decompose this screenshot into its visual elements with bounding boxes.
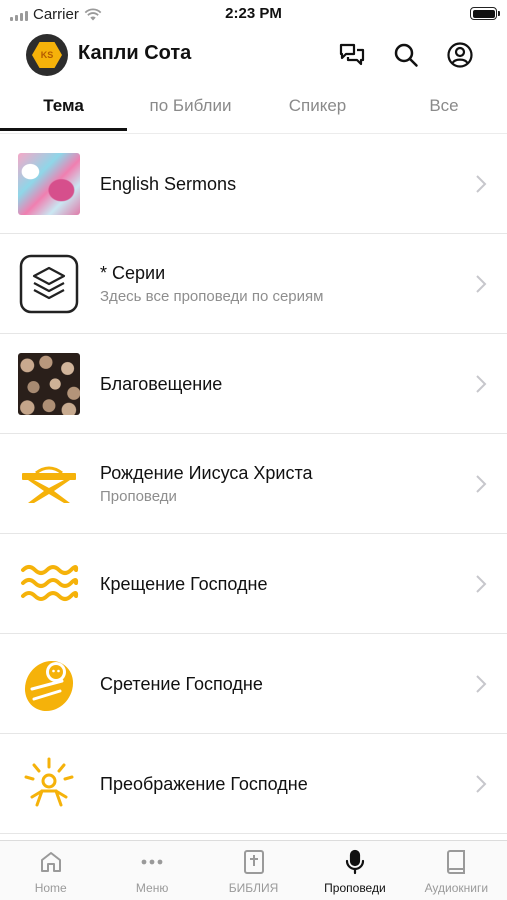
list-item-title: English Sermons [100,173,237,194]
tab-all[interactable]: Все [381,88,507,132]
chevron-right-icon [476,675,487,693]
list-item[interactable]: Сретение Господне [0,634,507,734]
list-item[interactable]: Преображение Господне [0,734,507,834]
list-item-title: Рождение Иисуса Христа [100,463,313,483]
list-item-title: Благовещение [100,373,223,394]
nav-label: Home [34,881,67,895]
nav-menu[interactable]: Меню [101,841,202,900]
status-time: 2:23 PM [225,5,282,22]
status-bar: Carrier 2:23 PM [0,0,507,30]
microphone-icon [342,849,368,875]
list-item[interactable]: English Sermons [0,134,507,234]
nav-label: Проповеди [324,881,386,895]
chevron-right-icon [476,175,487,193]
chevron-right-icon [476,575,487,593]
baby-icon [18,653,80,715]
chevron-right-icon [476,475,487,493]
app-title: Капли Сота [78,42,192,64]
profile-icon [447,42,473,68]
more-dots-icon [139,849,165,875]
radiant-figure-icon [18,753,80,815]
nav-audiobooks[interactable]: Аудиокниги [406,841,507,900]
tab-by-bible[interactable]: по Библии [127,88,254,132]
chevron-right-icon [476,275,487,293]
nav-home[interactable]: Home [0,841,101,900]
nav-label: Аудиокниги [424,881,489,895]
app-logo[interactable]: KS [26,34,68,76]
waves-icon [18,553,80,615]
chat-button[interactable] [336,39,368,71]
marble-thumbnail [18,153,80,215]
nav-sermons[interactable]: Проповеди [304,841,405,900]
category-tabs: Тема по Библии Спикер Все [0,88,507,132]
app-header: KS Капли Сота [0,30,507,80]
list-item-title: Сретение Господне [100,673,263,694]
manger-icon [18,453,80,515]
tab-topic[interactable]: Тема [0,88,127,132]
nav-bible[interactable]: БИБЛИЯ [203,841,304,900]
list-item-title: Крещение Господне [100,573,268,594]
chevron-right-icon [476,375,487,393]
home-icon [38,849,64,875]
nav-label: БИБЛИЯ [228,881,279,895]
nav-label: Меню [135,881,169,895]
bible-icon [241,849,267,875]
battery-icon [470,7,500,20]
search-button[interactable] [390,39,422,71]
list-item-subtitle: Проповеди [100,488,177,505]
topic-list: English Sermons * Серии Здесь все пропов… [0,133,507,840]
tab-speaker[interactable]: Спикер [254,88,381,132]
chevron-right-icon [476,775,487,793]
active-tab-indicator [0,128,127,131]
book-icon [443,849,469,875]
logo-hexagon: KS [32,42,62,68]
list-item[interactable]: Благовещение [0,334,507,434]
list-item-title: * Серии [100,263,166,283]
search-icon [394,43,418,67]
profile-button[interactable] [444,39,476,71]
layers-icon [18,253,80,315]
logs-thumbnail [18,353,80,415]
list-item-subtitle: Здесь все проповеди по сериям [100,288,324,305]
list-item-title: Преображение Господне [100,773,308,794]
bottom-navigation: Home Меню БИБЛИЯ Проповеди Аудиокниги [0,840,507,900]
chat-icon [339,43,365,66]
list-item[interactable]: Рождение Иисуса Христа Проповеди [0,434,507,534]
list-item[interactable]: * Серии Здесь все проповеди по сериям [0,234,507,334]
list-item[interactable]: Крещение Господне [0,534,507,634]
